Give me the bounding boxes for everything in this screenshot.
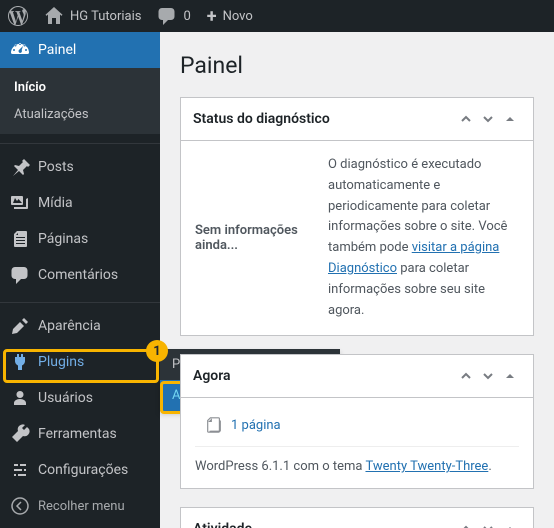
menu-plugins[interactable]: Plugins (0, 344, 160, 380)
menu-separator (0, 139, 160, 144)
panel-body: Sem informações ainda... O diagnóstico é… (181, 141, 533, 335)
collapse-icon (10, 496, 30, 516)
panel-header: Agora (181, 355, 533, 398)
sliders-icon (10, 460, 30, 480)
comments-link[interactable]: 0 (149, 0, 198, 32)
move-down-icon[interactable] (477, 518, 499, 528)
new-label: Novo (223, 9, 253, 24)
menu-tools[interactable]: Ferramentas (0, 416, 160, 452)
new-content-link[interactable]: + Novo (199, 0, 261, 32)
site-name: HG Tutoriais (70, 9, 141, 24)
home-icon (44, 6, 64, 26)
page-title: Painel (180, 52, 534, 79)
main-content: Painel Status do diagnóstico Sem informa… (160, 32, 554, 528)
panel-activity: Atividade (180, 507, 534, 528)
submenu-updates[interactable]: Atualizações (0, 101, 160, 128)
panel-right-now: Agora 1 página WordPress 6.1.1 com o tem… (180, 354, 534, 489)
submenu-home[interactable]: Início (0, 74, 160, 101)
panel-site-health: Status do diagnóstico Sem informações ai… (180, 97, 534, 336)
wrench-icon (10, 424, 30, 444)
theme-link[interactable]: Twenty Twenty-Three (365, 459, 488, 474)
panel-title: Status do diagnóstico (193, 111, 455, 127)
comments-menu-icon (10, 265, 30, 285)
pages-count-link[interactable]: 1 página (231, 418, 281, 433)
diagnostic-status-text: Sem informações ainda... (195, 155, 310, 321)
menu-posts[interactable]: Posts (0, 149, 160, 185)
users-icon (10, 388, 30, 408)
menu-pages[interactable]: Páginas (0, 221, 160, 257)
pages-stat[interactable]: 1 página (195, 412, 519, 446)
wp-version-footer: WordPress 6.1.1 com o tema Twenty Twenty… (195, 446, 519, 474)
menu-users[interactable]: Usuários (0, 380, 160, 416)
diagnostic-description: O diagnóstico é executado automaticament… (328, 155, 519, 321)
panel-title: Atividade (193, 521, 455, 528)
menu-media[interactable]: Mídia (0, 185, 160, 221)
panel-header: Status do diagnóstico (181, 98, 533, 141)
media-icon (10, 193, 30, 213)
menu-appearance[interactable]: Aparência (0, 308, 160, 344)
move-up-icon[interactable] (455, 518, 477, 528)
submenu-dashboard: Início Atualizações (0, 68, 160, 134)
comment-icon (157, 6, 177, 26)
menu-separator (0, 298, 160, 303)
panel-body: 1 página WordPress 6.1.1 com o tema Twen… (181, 398, 533, 488)
toggle-panel-icon[interactable] (499, 365, 521, 387)
plugin-icon (10, 352, 30, 372)
wp-logo[interactable] (0, 0, 36, 32)
menu-settings[interactable]: Configurações (0, 452, 160, 488)
brush-icon (10, 316, 30, 336)
move-up-icon[interactable] (455, 108, 477, 130)
page-icon (10, 229, 30, 249)
pin-icon (10, 157, 30, 177)
comments-count: 0 (183, 9, 190, 24)
admin-sidebar: Painel Início Atualizações Posts Mídia P… (0, 32, 160, 528)
site-home-link[interactable]: HG Tutoriais (36, 0, 149, 32)
move-down-icon[interactable] (477, 365, 499, 387)
panel-header: Atividade (181, 508, 533, 528)
move-down-icon[interactable] (477, 108, 499, 130)
menu-dashboard[interactable]: Painel (0, 32, 160, 68)
menu-comments[interactable]: Comentários (0, 257, 160, 293)
panel-title: Agora (193, 368, 455, 384)
admin-bar: HG Tutoriais 0 + Novo (0, 0, 554, 32)
pages-stat-icon (205, 416, 223, 434)
toggle-panel-icon[interactable] (499, 518, 521, 528)
plus-icon: + (207, 6, 217, 27)
collapse-menu[interactable]: Recolher menu (0, 488, 160, 524)
toggle-panel-icon[interactable] (499, 108, 521, 130)
move-up-icon[interactable] (455, 365, 477, 387)
dashboard-icon (10, 40, 30, 60)
